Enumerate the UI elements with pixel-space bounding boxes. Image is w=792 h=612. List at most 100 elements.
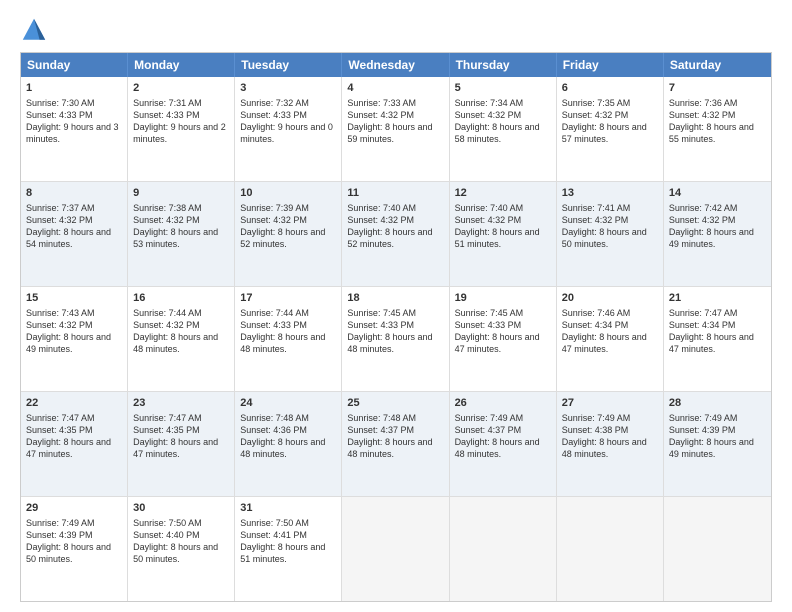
day-number: 11 <box>347 186 443 201</box>
daylight-label: Daylight: 8 hours and 55 minutes. <box>669 122 754 144</box>
day-cell-21: 21Sunrise: 7:47 AMSunset: 4:34 PMDayligh… <box>664 287 771 391</box>
sunrise-label: Sunrise: 7:48 AM <box>240 413 309 423</box>
day-cell-28: 28Sunrise: 7:49 AMSunset: 4:39 PMDayligh… <box>664 392 771 496</box>
logo <box>20 16 52 44</box>
sunset-label: Sunset: 4:41 PM <box>240 530 307 540</box>
sunset-label: Sunset: 4:33 PM <box>455 320 522 330</box>
day-cell-5: 5 Sunrise: 7:34 AM Sunset: 4:32 PM Daylight… <box>450 77 557 181</box>
sunset-label: Sunset: 4:40 PM <box>133 530 200 540</box>
sunrise-label: Sunrise: 7:44 AM <box>133 308 202 318</box>
daylight-label: Daylight: 8 hours and 48 minutes. <box>240 437 325 459</box>
empty-cell <box>557 497 664 601</box>
sunrise-label: Sunrise: 7:49 AM <box>455 413 524 423</box>
sunrise-label: Sunrise: 7:50 AM <box>133 518 202 528</box>
daylight-label: Daylight: 9 hours and 0 minutes. <box>240 122 333 144</box>
day-number: 16 <box>133 291 229 306</box>
sunset-label: Sunset: 4:32 PM <box>455 110 522 120</box>
day-header-tuesday: Tuesday <box>235 53 342 77</box>
daylight-label: Daylight: 8 hours and 58 minutes. <box>455 122 540 144</box>
daylight-label: Daylight: 8 hours and 48 minutes. <box>240 332 325 354</box>
day-number: 12 <box>455 186 551 201</box>
daylight-label: Daylight: 8 hours and 47 minutes. <box>26 437 111 459</box>
day-number: 20 <box>562 291 658 306</box>
sunrise-label: Sunrise: 7:49 AM <box>669 413 738 423</box>
day-number: 15 <box>26 291 122 306</box>
day-cell-24: 24Sunrise: 7:48 AMSunset: 4:36 PMDayligh… <box>235 392 342 496</box>
daylight-label: Daylight: 8 hours and 59 minutes. <box>347 122 432 144</box>
day-header-saturday: Saturday <box>664 53 771 77</box>
day-cell-10: 10Sunrise: 7:39 AMSunset: 4:32 PMDayligh… <box>235 182 342 286</box>
day-number: 30 <box>133 501 229 516</box>
day-cell-22: 22Sunrise: 7:47 AMSunset: 4:35 PMDayligh… <box>21 392 128 496</box>
sunset-label: Sunset: 4:34 PM <box>562 320 629 330</box>
sunset-label: Sunset: 4:32 PM <box>133 320 200 330</box>
calendar-week-5: 29Sunrise: 7:49 AMSunset: 4:39 PMDayligh… <box>21 497 771 601</box>
day-header-sunday: Sunday <box>21 53 128 77</box>
sunrise-label: Sunrise: 7:37 AM <box>26 203 95 213</box>
daylight-label: Daylight: 8 hours and 49 minutes. <box>26 332 111 354</box>
day-number: 19 <box>455 291 551 306</box>
day-header-wednesday: Wednesday <box>342 53 449 77</box>
day-number: 22 <box>26 396 122 411</box>
sunset-label: Sunset: 4:33 PM <box>240 320 307 330</box>
day-number: 6 <box>562 81 658 96</box>
sunrise-label: Sunrise: 7:34 AM <box>455 98 524 108</box>
sunset-label: Sunset: 4:33 PM <box>240 110 307 120</box>
daylight-label: Daylight: 8 hours and 57 minutes. <box>562 122 647 144</box>
logo-icon <box>20 16 48 44</box>
calendar-week-4: 22Sunrise: 7:47 AMSunset: 4:35 PMDayligh… <box>21 392 771 497</box>
day-cell-31: 31Sunrise: 7:50 AMSunset: 4:41 PMDayligh… <box>235 497 342 601</box>
sunrise-label: Sunrise: 7:36 AM <box>669 98 738 108</box>
daylight-label: Daylight: 9 hours and 3 minutes. <box>26 122 119 144</box>
sunset-label: Sunset: 4:32 PM <box>562 215 629 225</box>
sunset-label: Sunset: 4:39 PM <box>26 530 93 540</box>
day-number: 9 <box>133 186 229 201</box>
calendar-header: SundayMondayTuesdayWednesdayThursdayFrid… <box>21 53 771 77</box>
sunset-label: Sunset: 4:36 PM <box>240 425 307 435</box>
sunrise-label: Sunrise: 7:48 AM <box>347 413 416 423</box>
daylight-label: Daylight: 8 hours and 54 minutes. <box>26 227 111 249</box>
day-number: 10 <box>240 186 336 201</box>
day-number: 29 <box>26 501 122 516</box>
day-cell-15: 15 Sunrise: 7:43 AM Sunset: 4:32 PM Dayligh… <box>21 287 128 391</box>
empty-cell <box>342 497 449 601</box>
day-header-friday: Friday <box>557 53 664 77</box>
page: SundayMondayTuesdayWednesdayThursdayFrid… <box>0 0 792 612</box>
sunset-label: Sunset: 4:37 PM <box>347 425 414 435</box>
sunrise-label: Sunrise: 7:45 AM <box>455 308 524 318</box>
sunrise-label: Sunrise: 7:50 AM <box>240 518 309 528</box>
daylight-label: Daylight: 9 hours and 2 minutes. <box>133 122 226 144</box>
day-number: 26 <box>455 396 551 411</box>
sunrise-label: Sunrise: 7:47 AM <box>669 308 738 318</box>
sunset-label: Sunset: 4:32 PM <box>26 320 93 330</box>
sunset-label: Sunset: 4:32 PM <box>562 110 629 120</box>
day-cell-17: 17Sunrise: 7:44 AMSunset: 4:33 PMDayligh… <box>235 287 342 391</box>
sunrise-label: Sunrise: 7:41 AM <box>562 203 631 213</box>
sunrise-label: Sunrise: 7:30 AM <box>26 98 95 108</box>
day-cell-1: 1Sunrise: 7:30 AMSunset: 4:33 PMDaylight… <box>21 77 128 181</box>
day-header-monday: Monday <box>128 53 235 77</box>
day-cell-26: 26Sunrise: 7:49 AMSunset: 4:37 PMDayligh… <box>450 392 557 496</box>
day-cell-8: 8Sunrise: 7:37 AMSunset: 4:32 PMDaylight… <box>21 182 128 286</box>
day-number: 5 <box>455 81 551 96</box>
daylight-label: Daylight: 8 hours and 51 minutes. <box>455 227 540 249</box>
sunrise-label: Sunrise: 7:43 AM <box>26 308 95 318</box>
day-number: 31 <box>240 501 336 516</box>
day-cell-11: 11Sunrise: 7:40 AMSunset: 4:32 PMDayligh… <box>342 182 449 286</box>
sunset-label: Sunset: 4:38 PM <box>562 425 629 435</box>
sunrise-label: Sunrise: 7:45 AM <box>347 308 416 318</box>
daylight-label: Daylight: 8 hours and 47 minutes. <box>455 332 540 354</box>
day-cell-7: 7Sunrise: 7:36 AMSunset: 4:32 PMDaylight… <box>664 77 771 181</box>
daylight-label: Daylight: 8 hours and 48 minutes. <box>562 437 647 459</box>
day-cell-29: 29Sunrise: 7:49 AMSunset: 4:39 PMDayligh… <box>21 497 128 601</box>
sunset-label: Sunset: 4:32 PM <box>669 215 736 225</box>
day-number: 21 <box>669 291 766 306</box>
day-cell-25: 25Sunrise: 7:48 AMSunset: 4:37 PMDayligh… <box>342 392 449 496</box>
day-cell-4: 4Sunrise: 7:33 AMSunset: 4:32 PMDaylight… <box>342 77 449 181</box>
day-cell-23: 23Sunrise: 7:47 AMSunset: 4:35 PMDayligh… <box>128 392 235 496</box>
day-number: 2 <box>133 81 229 96</box>
sunset-label: Sunset: 4:32 PM <box>669 110 736 120</box>
header <box>20 16 772 44</box>
day-cell-6: 6Sunrise: 7:35 AMSunset: 4:32 PMDaylight… <box>557 77 664 181</box>
sunrise-label: Sunrise: 7:40 AM <box>347 203 416 213</box>
